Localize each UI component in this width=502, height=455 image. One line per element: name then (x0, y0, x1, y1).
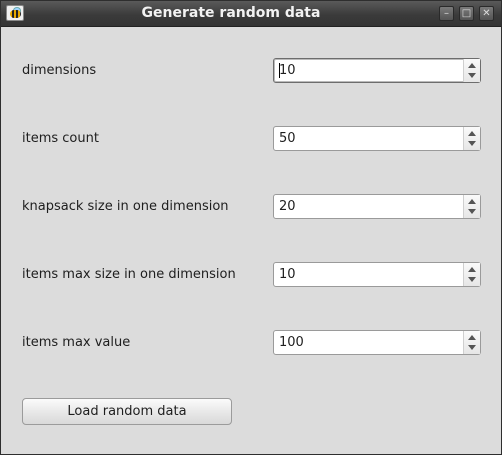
arrow-up-icon[interactable] (468, 63, 476, 68)
spinner-arrows[interactable] (463, 331, 480, 354)
maximize-button[interactable]: □ (459, 6, 474, 21)
load-random-data-button[interactable]: Load random data (22, 398, 232, 425)
title-bar[interactable]: Generate random data – □ ✕ (1, 1, 501, 27)
items-max-size-value[interactable]: 10 (279, 267, 296, 282)
arrow-down-icon[interactable] (468, 209, 476, 214)
minimize-icon: – (444, 8, 449, 19)
items-count-label: items count (22, 131, 99, 146)
spinner-arrows[interactable] (463, 127, 480, 150)
arrow-down-icon[interactable] (468, 277, 476, 282)
knapsack-size-spinner[interactable]: 20 (273, 194, 481, 219)
text-caret (279, 63, 280, 78)
items-count-spinner[interactable]: 50 (273, 126, 481, 151)
arrow-up-icon[interactable] (468, 335, 476, 340)
dimensions-spinner[interactable]: 10 (273, 58, 481, 83)
arrow-up-icon[interactable] (468, 267, 476, 272)
close-button[interactable]: ✕ (479, 6, 494, 21)
items-max-value-label: items max value (22, 335, 131, 350)
dimensions-label: dimensions (22, 63, 97, 78)
items-max-value-spinner[interactable]: 100 (273, 330, 481, 355)
knapsack-size-value[interactable]: 20 (279, 199, 296, 214)
items-count-value[interactable]: 50 (279, 131, 296, 146)
arrow-down-icon[interactable] (468, 141, 476, 146)
close-icon: ✕ (482, 8, 491, 19)
arrow-up-icon[interactable] (468, 131, 476, 136)
window-title: Generate random data (141, 5, 321, 21)
arrow-down-icon[interactable] (468, 345, 476, 350)
generate-random-data-window: Generate random data – □ ✕ dimensions 10… (0, 0, 502, 455)
items-max-value-value[interactable]: 100 (279, 335, 304, 350)
knapsack-size-label: knapsack size in one dimension (22, 199, 229, 214)
dimensions-value[interactable]: 10 (279, 63, 296, 78)
spinner-arrows[interactable] (463, 195, 480, 218)
items-max-size-spinner[interactable]: 10 (273, 262, 481, 287)
arrow-up-icon[interactable] (468, 199, 476, 204)
spinner-arrows[interactable] (463, 59, 480, 82)
minimize-button[interactable]: – (439, 6, 454, 21)
arrow-down-icon[interactable] (468, 73, 476, 78)
spinner-arrows[interactable] (463, 263, 480, 286)
maximize-icon: □ (461, 8, 472, 19)
items-max-size-label: items max size in one dimension (22, 267, 236, 282)
